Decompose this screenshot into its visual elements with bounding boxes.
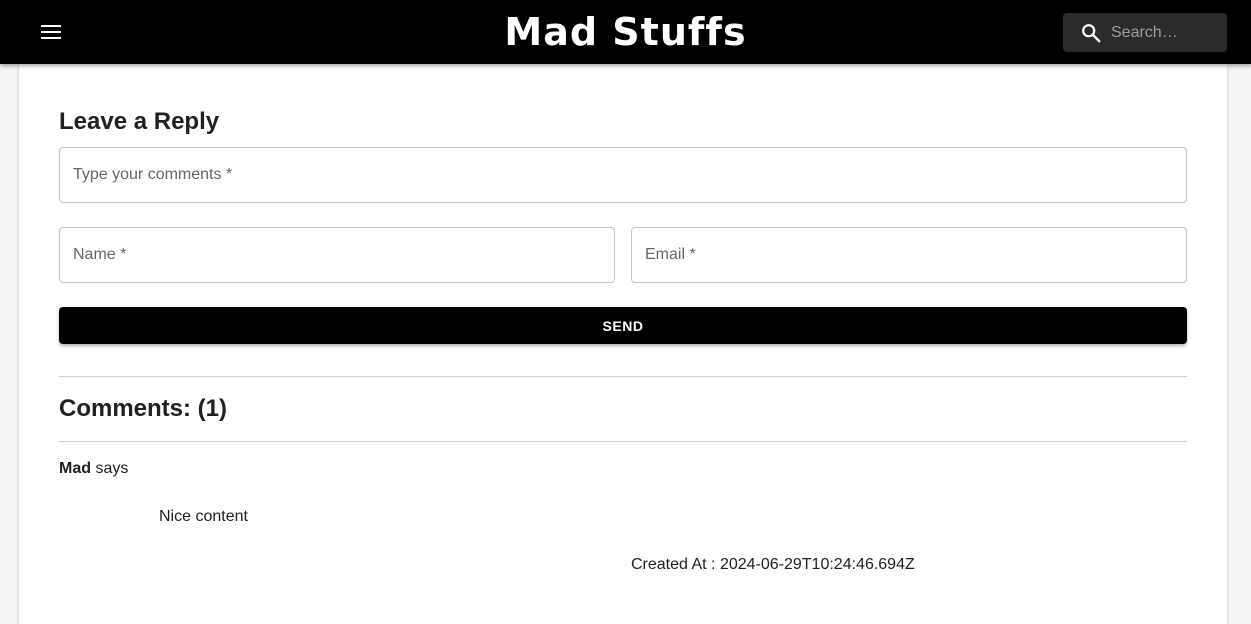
menu-icon [41, 25, 61, 39]
comment-author-line: Mad says [59, 460, 128, 478]
email-field[interactable]: Email * [631, 227, 1187, 283]
comment-timestamp: Created At : 2024-06-29T10:24:46.694Z [631, 556, 915, 573]
send-button[interactable]: SEND [59, 307, 1187, 344]
name-field[interactable]: Name * [59, 227, 615, 283]
brand-title[interactable]: Mad Stuffs [504, 10, 746, 54]
comment-field-label: Type your comments * [73, 166, 233, 183]
comment-says: says [95, 460, 129, 477]
comment-field[interactable]: Type your comments * [59, 147, 1187, 203]
app-bar: Mad Stuffs [0, 0, 1251, 64]
divider [59, 376, 1187, 377]
content-card: Leave a Reply Type your comments * Name … [19, 64, 1227, 624]
menu-button[interactable] [31, 12, 71, 52]
name-field-label: Name * [73, 246, 127, 263]
reply-title: Leave a Reply [59, 108, 220, 135]
comment-body: Nice content [159, 508, 248, 525]
search-icon [1082, 23, 1101, 42]
search-input[interactable] [1111, 23, 1221, 42]
search-box[interactable] [1063, 13, 1227, 52]
divider [59, 441, 1187, 442]
comments-title: Comments: (1) [59, 395, 228, 422]
email-field-label: Email * [645, 246, 696, 263]
comment-author: Mad [59, 460, 91, 477]
